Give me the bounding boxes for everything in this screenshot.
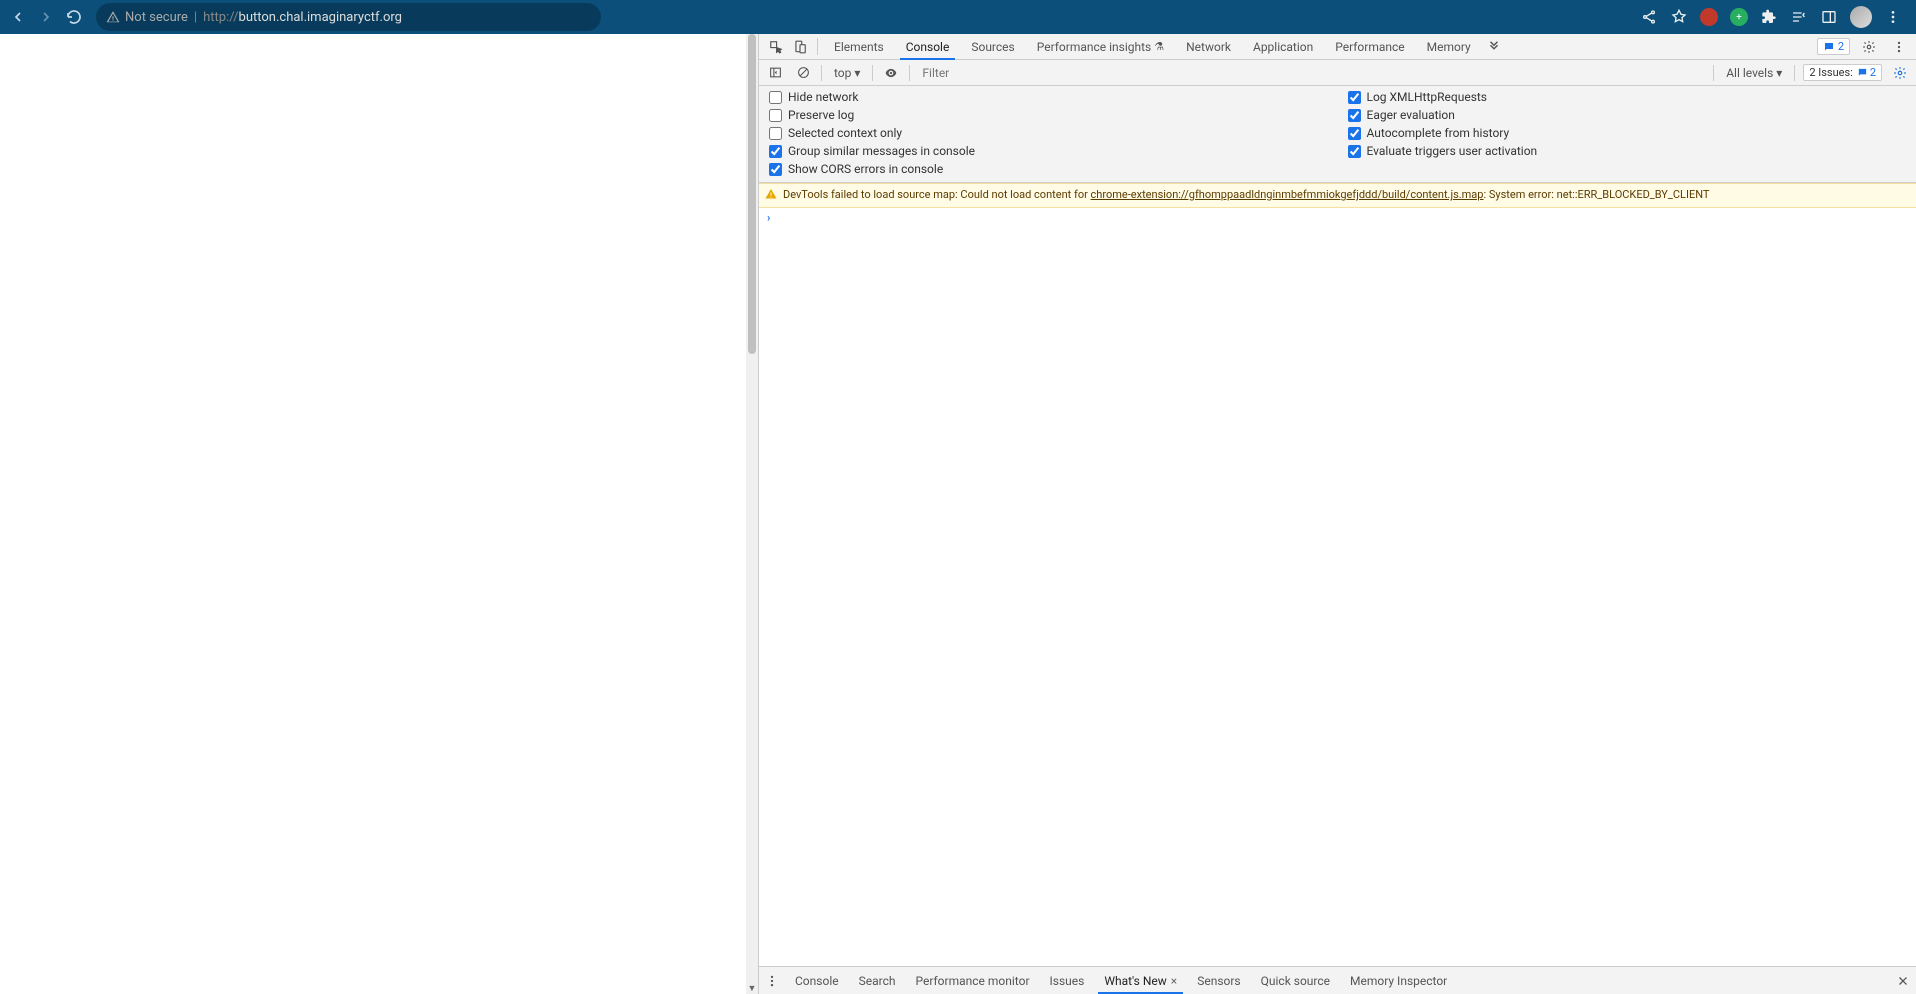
tab-performance[interactable]: Performance	[1325, 34, 1414, 59]
chevron-down-icon: ▾	[854, 66, 860, 80]
url-text: http://button.chal.imaginaryctf.org	[203, 10, 402, 25]
tab-sources[interactable]: Sources	[961, 34, 1024, 59]
forward-button[interactable]	[36, 7, 56, 27]
inspect-element-icon[interactable]	[765, 34, 787, 59]
setting-preserve-log[interactable]: Preserve log	[769, 108, 1328, 122]
reading-list-icon[interactable]	[1790, 8, 1808, 26]
setting-log-xhr[interactable]: Log XMLHttpRequests	[1348, 90, 1907, 104]
chevron-down-icon: ▾	[1776, 66, 1782, 80]
drawer-tab-issues[interactable]: Issues	[1040, 967, 1095, 994]
warning-triangle-icon	[106, 10, 120, 24]
drawer-tab-memory-inspector[interactable]: Memory Inspector	[1340, 967, 1457, 994]
prompt-caret-icon: ›	[767, 211, 770, 224]
share-icon[interactable]	[1640, 8, 1658, 26]
log-levels-selector[interactable]: All levels ▾	[1722, 66, 1786, 80]
issues-count: 2	[1870, 66, 1876, 79]
issues-label: 2 Issues:	[1809, 66, 1853, 79]
drawer-tab-sensors[interactable]: Sensors	[1187, 967, 1250, 994]
reload-button[interactable]	[64, 7, 84, 27]
tab-elements[interactable]: Elements	[824, 34, 894, 59]
context-selector[interactable]: top ▾	[830, 66, 864, 80]
setting-eval-triggers[interactable]: Evaluate triggers user activation	[1348, 144, 1907, 158]
close-icon[interactable]: ×	[1171, 974, 1177, 988]
profile-avatar[interactable]	[1850, 6, 1872, 28]
tab-network[interactable]: Network	[1176, 34, 1241, 59]
bookmark-star-icon[interactable]	[1670, 8, 1688, 26]
page-scrollbar[interactable]: ▲ ▼	[746, 34, 758, 994]
extension-icon-2[interactable]: +	[1730, 8, 1748, 26]
chat-icon	[1857, 67, 1868, 78]
console-toolbar: top ▾ All levels ▾ 2 Issues: 2	[759, 60, 1916, 86]
drawer-tab-whats-new[interactable]: What's New×	[1094, 967, 1187, 994]
browser-toolbar: Not secure | http://button.chal.imaginar…	[0, 0, 1916, 34]
devtools-settings-icon[interactable]	[1858, 40, 1880, 54]
flask-icon: ⚗	[1154, 40, 1164, 53]
setting-autocomplete-history[interactable]: Autocomplete from history	[1348, 126, 1907, 140]
setting-eager-eval[interactable]: Eager evaluation	[1348, 108, 1907, 122]
browser-menu-icon[interactable]	[1884, 8, 1902, 26]
page-viewport: ▲ ▼	[0, 34, 758, 994]
scrollbar-thumb[interactable]	[748, 34, 756, 354]
scroll-down-arrow-icon[interactable]: ▼	[746, 982, 758, 994]
security-indicator[interactable]: Not secure	[106, 10, 188, 25]
warning-icon	[765, 188, 777, 200]
levels-label: All levels	[1726, 66, 1773, 80]
toolbar-right: +	[1640, 6, 1908, 28]
drawer-tab-console[interactable]: Console	[785, 967, 849, 994]
address-bar[interactable]: Not secure | http://button.chal.imaginar…	[96, 3, 601, 31]
drawer-tab-performance-monitor[interactable]: Performance monitor	[905, 967, 1039, 994]
messages-count: 2	[1838, 40, 1844, 53]
clear-console-icon[interactable]	[793, 63, 813, 83]
side-panel-icon[interactable]	[1820, 8, 1838, 26]
drawer-close-icon[interactable]	[1890, 975, 1916, 987]
setting-show-cors[interactable]: Show CORS errors in console	[769, 162, 1328, 176]
content-row: ▲ ▼ Elements Console Sources Performance…	[0, 34, 1916, 994]
chat-icon	[1823, 41, 1835, 53]
back-button[interactable]	[8, 7, 28, 27]
drawer-tab-search[interactable]: Search	[849, 967, 906, 994]
console-output: DevTools failed to load source map: Coul…	[759, 183, 1916, 966]
tab-application[interactable]: Application	[1243, 34, 1323, 59]
extensions-puzzle-icon[interactable]	[1760, 8, 1778, 26]
console-warning-message[interactable]: DevTools failed to load source map: Coul…	[759, 183, 1916, 208]
console-filter-input[interactable]	[918, 64, 1705, 82]
devtools-drawer: Console Search Performance monitor Issue…	[759, 966, 1916, 994]
console-prompt[interactable]: ›	[759, 208, 1916, 227]
issues-chip[interactable]: 2 Issues: 2	[1803, 64, 1882, 81]
console-settings-gear-icon[interactable]	[1890, 66, 1910, 80]
devtools-tabbar: Elements Console Sources Performance ins…	[759, 34, 1916, 60]
devtools-panel: Elements Console Sources Performance ins…	[758, 34, 1916, 994]
live-expression-icon[interactable]	[881, 63, 901, 83]
console-settings-panel: Hide network Log XMLHttpRequests Preserv…	[759, 86, 1916, 183]
context-label: top	[834, 66, 851, 80]
devtools-menu-icon[interactable]	[1888, 40, 1910, 54]
not-secure-label: Not secure	[125, 10, 188, 25]
console-sidebar-toggle-icon[interactable]	[765, 63, 785, 83]
warning-prefix: DevTools failed to load source map: Coul…	[783, 188, 1091, 201]
setting-group-similar[interactable]: Group similar messages in console	[769, 144, 1328, 158]
setting-hide-network[interactable]: Hide network	[769, 90, 1328, 104]
drawer-tab-quick-source[interactable]: Quick source	[1251, 967, 1340, 994]
warning-link[interactable]: chrome-extension://gfhomppaadldnginmbefm…	[1091, 188, 1484, 201]
device-toolbar-icon[interactable]	[789, 34, 811, 59]
setting-selected-context[interactable]: Selected context only	[769, 126, 1328, 140]
drawer-menu-icon[interactable]	[759, 967, 785, 994]
warning-suffix: : System error: net::ERR_BLOCKED_BY_CLIE…	[1483, 188, 1709, 201]
tab-performance-insights[interactable]: Performance insights ⚗	[1027, 34, 1174, 59]
tab-memory[interactable]: Memory	[1417, 34, 1481, 59]
tab-console[interactable]: Console	[896, 34, 960, 59]
tabs-overflow-icon[interactable]	[1483, 34, 1505, 59]
messages-badge[interactable]: 2	[1817, 38, 1850, 55]
extension-icon-1[interactable]	[1700, 8, 1718, 26]
